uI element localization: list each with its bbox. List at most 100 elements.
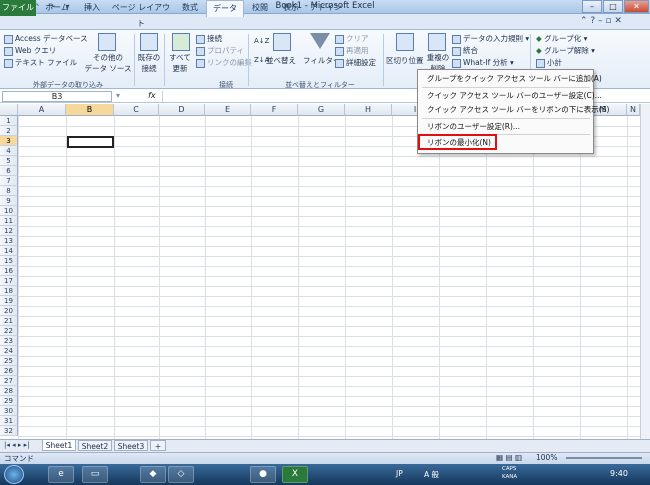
column-header[interactable]: A (18, 104, 66, 116)
row-header[interactable]: 10 (0, 206, 18, 216)
edit-links-button[interactable]: リンクの編集 (196, 57, 252, 68)
column-header[interactable]: D (159, 104, 205, 116)
row-header[interactable]: 25 (0, 356, 18, 366)
refresh-all-button[interactable]: すべて 更新 (166, 52, 194, 74)
row-header[interactable]: 12 (0, 226, 18, 236)
tab-review[interactable]: 校閲 (245, 0, 275, 16)
row-header[interactable]: 28 (0, 386, 18, 396)
ime-indicator[interactable]: JP (396, 469, 403, 478)
row-header[interactable]: 31 (0, 416, 18, 426)
row-header[interactable]: 1 (0, 116, 18, 126)
menu-item-customize-qat[interactable]: クイック アクセス ツール バーのユーザー設定(C)... (422, 89, 602, 103)
zoom-level[interactable]: 100% (536, 453, 557, 462)
column-header[interactable]: F (251, 104, 298, 116)
sheet-tab-1[interactable]: Sheet1 (42, 440, 76, 451)
web-query-button[interactable]: Web クエリ (4, 45, 56, 56)
vertical-scrollbar[interactable] (640, 104, 650, 439)
tab-formulas[interactable]: 数式 (175, 0, 205, 16)
tab-file[interactable]: ファイル (0, 0, 36, 16)
existing-connections-button[interactable]: 既存の 接続 (136, 52, 162, 74)
app-icon[interactable]: ◆ (140, 466, 166, 483)
row-header[interactable]: 11 (0, 216, 18, 226)
row-header[interactable]: 5 (0, 156, 18, 166)
row-header[interactable]: 24 (0, 346, 18, 356)
sheet-tab-3[interactable]: Sheet3 (114, 440, 148, 451)
text-to-columns-button[interactable]: 区切り位置 (386, 55, 424, 66)
tab-data[interactable]: データ (206, 0, 244, 17)
start-button[interactable] (4, 465, 24, 484)
advanced-button[interactable]: 詳細設定 (335, 57, 376, 68)
row-header[interactable]: 32 (0, 426, 18, 436)
sort-button[interactable]: 並べ替え (266, 55, 296, 66)
consolidate-button[interactable]: 統合 (452, 45, 478, 56)
excel-taskbar-icon[interactable]: X (282, 466, 308, 483)
menu-item-customize-ribbon[interactable]: リボンのユーザー設定(R)... (422, 120, 590, 134)
properties-button[interactable]: プロパティ (196, 45, 244, 56)
insert-sheet-icon[interactable]: + (150, 440, 166, 451)
row-header[interactable]: 18 (0, 286, 18, 296)
tab-insert[interactable]: 挿入 (77, 0, 107, 16)
clear-button[interactable]: クリア (335, 33, 369, 44)
tab-home[interactable]: ホーム (38, 0, 76, 16)
ungroup-button[interactable]: ◆ グループ解除 ▾ (536, 45, 595, 56)
row-header[interactable]: 30 (0, 406, 18, 416)
tab-addins[interactable]: アドイン (307, 0, 345, 16)
selected-cell[interactable] (67, 136, 114, 148)
row-header[interactable]: 15 (0, 256, 18, 266)
menu-item-show-qat-below[interactable]: クイック アクセス ツール バーをリボンの下に表示(S) (422, 103, 609, 117)
row-header[interactable]: 9 (0, 196, 18, 206)
data-validation-button[interactable]: データの入力規則 ▾ (452, 33, 529, 44)
column-header[interactable]: N (627, 104, 640, 116)
row-header[interactable]: 2 (0, 126, 18, 136)
name-box[interactable]: B3 (2, 91, 112, 102)
minimize-button[interactable]: – (582, 0, 602, 13)
app-icon[interactable]: ● (250, 466, 276, 483)
column-header[interactable]: B (66, 104, 114, 116)
group-button[interactable]: ◆ グループ化 ▾ (536, 33, 587, 44)
help-icon[interactable]: ⌃ ? – ▫ ✕ (580, 16, 622, 26)
tab-page-layout[interactable]: ページ レイアウト (108, 0, 174, 28)
row-header[interactable]: 7 (0, 176, 18, 186)
other-sources-button[interactable]: その他の データ ソース (82, 52, 134, 74)
sheet-nav-icon[interactable]: |◂ ◂ ▸ ▸| (4, 441, 29, 449)
row-header[interactable]: 19 (0, 296, 18, 306)
row-header[interactable]: 17 (0, 276, 18, 286)
connections-button[interactable]: 接続 (196, 33, 222, 44)
close-button[interactable]: ✕ (624, 0, 649, 13)
menu-item-add-to-qat[interactable]: グループをクイック アクセス ツール バーに追加(A) (422, 72, 602, 86)
explorer-icon[interactable]: ▭ (82, 466, 108, 483)
reapply-button[interactable]: 再適用 (335, 45, 369, 56)
tab-view[interactable]: 表示 (276, 0, 306, 16)
maximize-button[interactable]: □ (603, 0, 623, 13)
row-header[interactable]: 16 (0, 266, 18, 276)
row-header[interactable]: 27 (0, 376, 18, 386)
row-header[interactable]: 22 (0, 326, 18, 336)
access-db-button[interactable]: Access データベース (4, 33, 88, 44)
ie-icon[interactable]: e (48, 466, 74, 483)
column-header[interactable]: H (345, 104, 392, 116)
row-header[interactable]: 3 (0, 136, 18, 146)
select-all-corner[interactable] (0, 104, 18, 116)
ime-mode[interactable]: A 般 (424, 469, 439, 480)
row-header[interactable]: 29 (0, 396, 18, 406)
function-icon[interactable]: fx (148, 91, 156, 100)
what-if-button[interactable]: What-If 分析 ▾ (452, 57, 514, 68)
column-header[interactable]: C (114, 104, 159, 116)
row-header[interactable]: 14 (0, 246, 18, 256)
row-header[interactable]: 4 (0, 146, 18, 156)
subtotal-button[interactable]: 小計 (536, 57, 562, 68)
row-header[interactable]: 23 (0, 336, 18, 346)
sort-az-icon[interactable]: A↓Z (254, 36, 269, 47)
zoom-slider[interactable] (566, 457, 642, 459)
row-header[interactable]: 6 (0, 166, 18, 176)
sheet-tab-2[interactable]: Sheet2 (78, 440, 112, 451)
text-file-button[interactable]: テキスト ファイル (4, 57, 77, 68)
column-header[interactable]: G (298, 104, 345, 116)
row-header[interactable]: 8 (0, 186, 18, 196)
column-header[interactable]: E (205, 104, 251, 116)
namebox-dropdown-icon[interactable]: ▾ (116, 91, 120, 100)
app-icon[interactable]: ◇ (168, 466, 194, 483)
row-header[interactable]: 13 (0, 236, 18, 246)
row-header[interactable]: 26 (0, 366, 18, 376)
row-header[interactable]: 20 (0, 306, 18, 316)
